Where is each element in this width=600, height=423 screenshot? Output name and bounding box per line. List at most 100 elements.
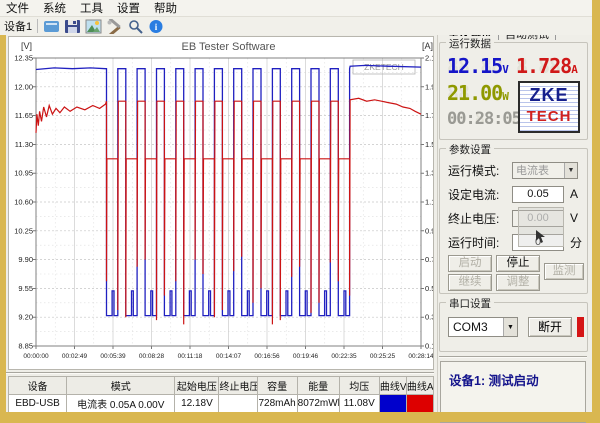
chart-text: 8.85 [18,342,33,351]
run-data-group: 运行数据 88.88 12.15V 8.888 1.728A 88.88 21.… [439,42,588,140]
table-header-cell: 曲线A [406,377,433,395]
chart-text: 00:02:49 [62,353,88,360]
magnifier-icon[interactable] [127,19,144,34]
table-header-cell: 设备 [9,377,67,395]
cutoff-voltage-label: 终止电压: [448,210,512,227]
chart-text: EB Tester Software [182,41,276,53]
desktop-edge-left [0,35,6,422]
start-button[interactable]: 启动 [448,255,492,272]
voltage-display: 88.88 12.15V [447,54,509,78]
table-header-cell: 终止电压 [219,377,257,395]
run-data-title: 运行数据 [446,36,494,51]
tester-chart: EB Tester Software [V] [A] 12.35 2.10 12.00 1.… [9,37,433,368]
chat-icon[interactable] [43,19,60,34]
curve-a-swatch[interactable] [406,395,433,413]
adjust-button[interactable]: 调整 [496,274,540,291]
chart-text: 00:00:00 [23,353,49,360]
params-group: 参数设置 运行模式: 电流表 ▼ 设定电流: 0.05 A 终止电压: 0.00… [439,148,588,294]
chart-text: 10.60 [14,198,33,207]
chart-text: 0.90 [425,226,433,235]
table-cell: 电流表 0.05A 0.00V [67,395,175,413]
menu-item-3[interactable]: 设置 [117,0,140,16]
com-port-select[interactable]: COM3 ▼ [448,317,518,337]
tools-icon[interactable] [106,19,123,34]
table-header-cell: 均压 [339,377,379,395]
chevron-down-icon: ▼ [503,318,517,336]
chart-panel: EB Tester Software [V] [A] 12.35 2.10 12.00 1.… [8,36,434,370]
chart-text: 00:22:35 [331,353,357,360]
stop-button[interactable]: 停止 [496,255,540,272]
chart-text: [V] [21,41,32,51]
resume-button[interactable]: 继续 [448,274,492,291]
chart-text: 10.25 [14,226,33,235]
image-icon[interactable] [85,19,102,34]
table-cell: 12.18V [175,395,219,413]
mouse-cursor-artifact [518,207,564,247]
desktop-edge-bottom [0,412,600,422]
chart-text: 12.35 [14,54,33,63]
table-header-cell: 模式 [67,377,175,395]
chart-text: 00:16:56 [254,353,280,360]
chart-text: 1.90 [425,82,433,91]
chevron-down-icon: ▼ [564,163,577,178]
set-current-input[interactable]: 0.05 [512,186,564,203]
params-title: 参数设置 [446,142,494,157]
power-display: 88.88 21.00W [447,81,509,105]
chart-text: 0.10 [425,342,433,351]
desktop-edge-right [592,0,600,422]
chart-text: 0.30 [425,313,433,322]
chart-text: 9.55 [18,284,33,293]
disconnect-button[interactable]: 断开 [528,317,572,337]
chart-text: 00:25:25 [370,353,396,360]
serial-group: 串口设置 COM3 ▼ 断开 [439,302,588,352]
menu-item-4[interactable]: 帮助 [154,0,177,16]
chart-text: 0.70 [425,255,433,264]
chart-text: 11.65 [15,111,33,120]
chart-text: 00:11:18 [178,353,203,360]
toolbar: 设备1 i [0,17,592,35]
right-panel: 单次测试 自动测试 运行数据 88.88 12.15V 8.888 1.728A… [437,24,590,418]
connection-indicator [577,317,584,337]
chart-text: [A] [422,41,433,51]
table-cell: EBD-USB [9,395,67,413]
chart-text: 00:05:39 [100,353,126,360]
run-time-unit: 分 [570,234,582,251]
menu-bar: 文件系统工具设置帮助 [0,0,592,17]
chart-text: 1.70 [425,111,433,120]
chart-text: 0.50 [425,284,433,293]
divider [439,356,587,358]
save-icon[interactable] [64,19,81,34]
table-cell: 728mAh [257,395,297,413]
current-display: 8.888 1.728A [516,54,578,78]
chart-text: 12.00 [14,82,33,91]
mode-select[interactable]: 电流表 ▼ [512,162,578,179]
time-display: 88:88:88 00:28:05 [447,109,521,129]
chart-text: 00:14:07 [216,353,242,360]
info-icon[interactable]: i [148,19,165,34]
menu-item-1[interactable]: 系统 [43,0,66,16]
chart-text: 9.90 [18,255,33,264]
chart-text: 00:19:46 [293,353,319,360]
curve-v-swatch[interactable] [379,395,406,413]
table-cell [219,395,257,413]
chart-text: 00:08:28 [139,353,165,360]
table-header-cell: 容量 [257,377,297,395]
chart-text: 2.10 [425,54,433,63]
menu-item-2[interactable]: 工具 [80,0,103,16]
serial-title: 串口设置 [446,296,494,311]
chart-text: 00:28:14 [408,353,433,360]
toolbar-separator [37,19,38,33]
menu-item-0[interactable]: 文件 [6,0,29,16]
chart-text: 10.95 [14,169,33,178]
mode-label: 运行模式: [448,162,512,179]
divider [6,372,434,374]
table-cell: 11.08V [339,395,379,413]
device-selector[interactable]: 设备1 [4,18,32,34]
app-client-area: EB Tester Software [V] [A] 12.35 2.10 12.00 1.… [6,35,592,412]
cutoff-voltage-unit: V [570,211,578,225]
zketech-logo: ZKE TECH [518,81,580,133]
chart-text: 1.30 [425,169,433,178]
monitor-button[interactable]: 监测 [544,263,584,280]
chart-text: 9.20 [18,313,33,322]
run-time-label: 运行时间: [448,234,512,251]
